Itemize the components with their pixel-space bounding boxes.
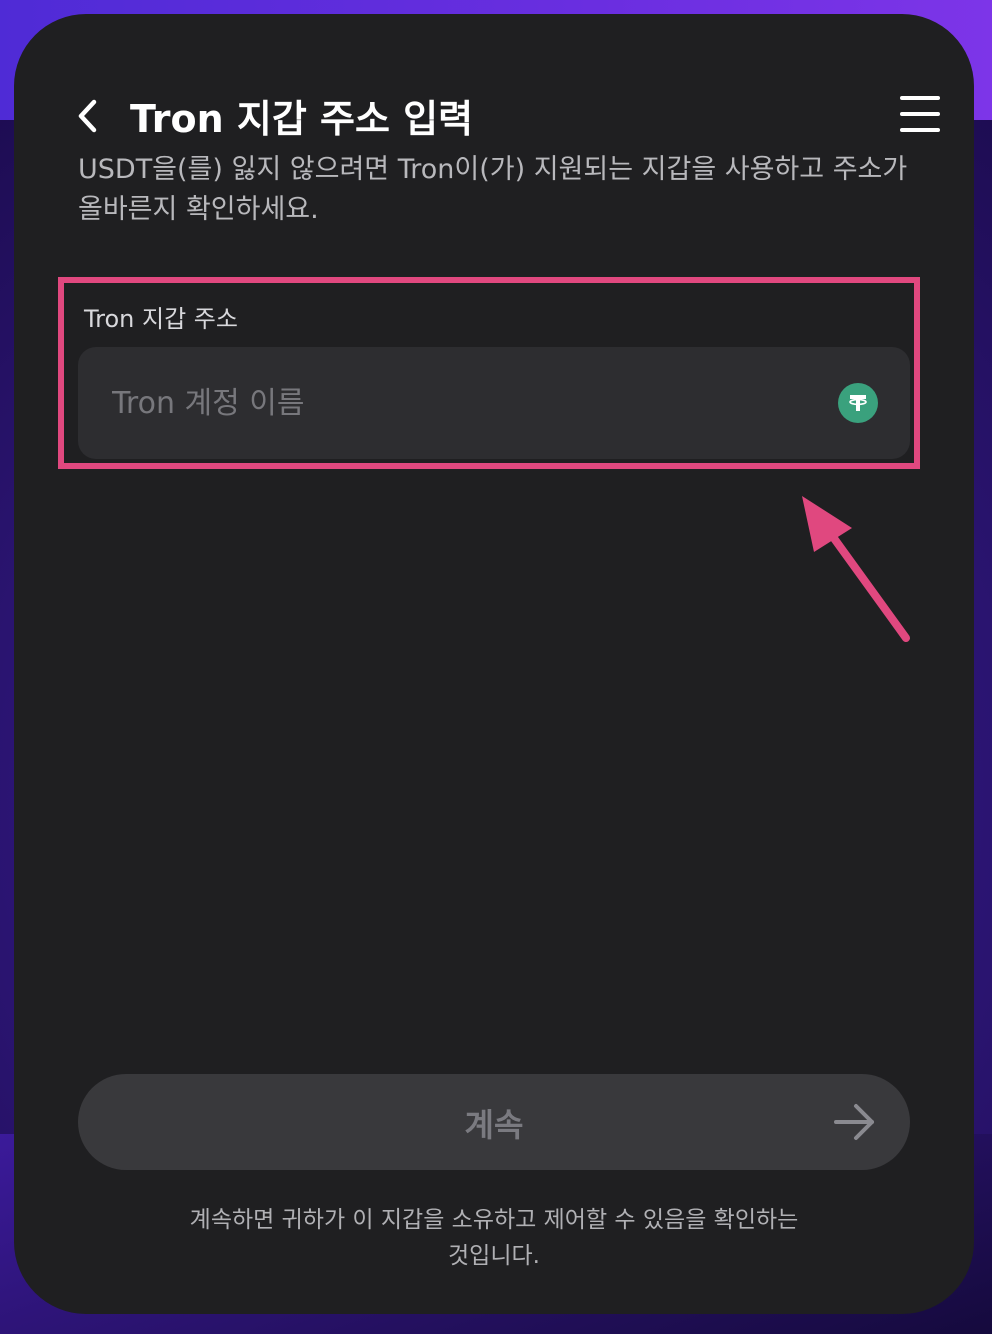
wallet-address-input[interactable] <box>78 347 910 459</box>
menu-button[interactable] <box>900 96 944 132</box>
continue-button-label: 계속 <box>464 1106 524 1144</box>
footer-note: 계속하면 귀하가 이 지갑을 소유하고 제어할 수 있음을 확인하는 것입니다. <box>189 1207 799 1269</box>
annotation-arrow-icon <box>802 496 910 642</box>
address-field-label: Tron 지갑 주소 <box>84 305 238 333</box>
arrow-right-icon <box>834 1104 874 1140</box>
page-title: Tron 지갑 주소 입력 <box>130 97 474 141</box>
back-button[interactable] <box>76 94 110 138</box>
tether-usdt-icon <box>838 383 878 423</box>
description-text: USDT을(를) 잃지 않으려면 Tron이(가) 지원되는 지갑을 사용하고 … <box>78 154 908 225</box>
hamburger-menu-icon-line <box>900 96 940 100</box>
continue-button[interactable]: 계속 <box>78 1074 910 1170</box>
address-field-highlight: Tron 지갑 주소 <box>58 277 920 469</box>
chevron-left-icon <box>78 99 97 133</box>
hamburger-menu-icon-line <box>900 128 940 132</box>
header: Tron 지갑 주소 입력 <box>76 84 940 148</box>
wallet-address-card: Tron 지갑 주소 입력 USDT을(를) 잃지 않으려면 Tron이(가) … <box>14 14 974 1314</box>
hamburger-menu-icon-line <box>900 112 940 116</box>
